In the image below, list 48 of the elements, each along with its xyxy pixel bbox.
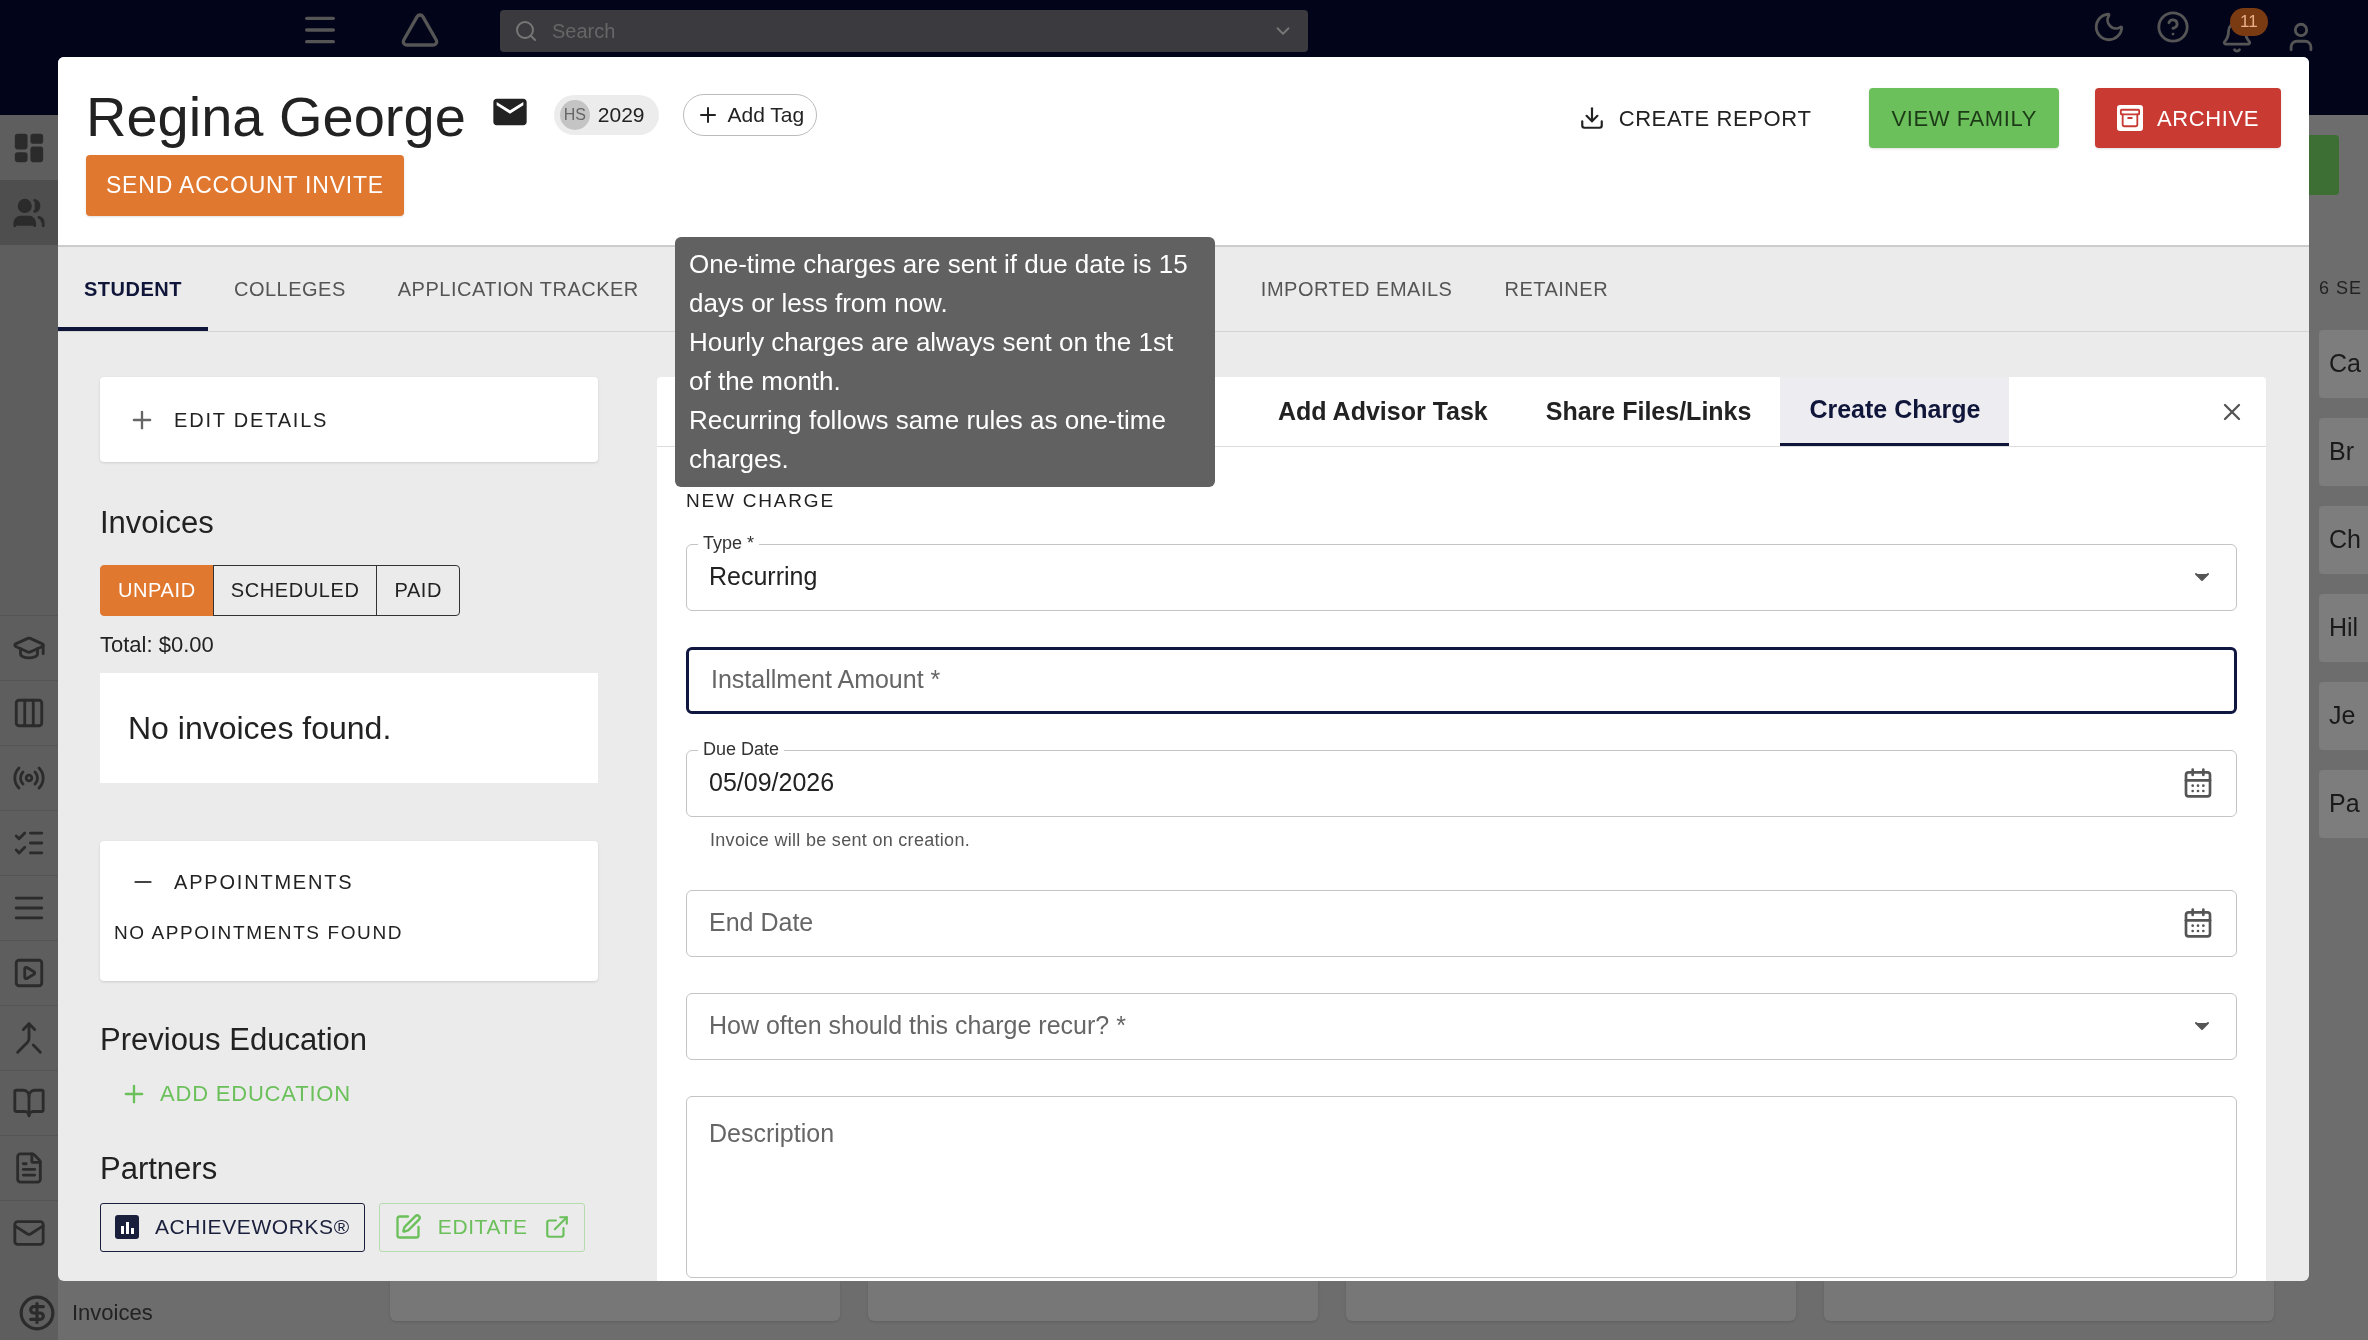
list-card[interactable]: Pa <box>2319 770 2368 838</box>
appointments-title: APPOINTMENTS <box>174 869 354 895</box>
section-label: NEW CHARGE <box>686 489 836 513</box>
chip-avatar: HS <box>559 100 590 130</box>
tooltip-text: One-time charges are sent if due date is 15 days or less from now. <box>689 248 1189 320</box>
tab[interactable]: COLLEGES <box>207 247 372 331</box>
section-title: Invoices <box>100 504 215 542</box>
input-field[interactable]: Installment Amount * <box>686 646 2237 714</box>
tab[interactable]: IMPORTED EMAILS <box>1234 247 1479 331</box>
section-title: Partners <box>100 1150 219 1188</box>
chip-label: 2029 <box>597 102 645 129</box>
edit-details-button[interactable]: EDIT DETAILS <box>100 377 598 462</box>
section-heading: 6 SE <box>2318 277 2364 300</box>
list-card[interactable]: Ch <box>2319 506 2368 574</box>
field-placeholder: Description <box>709 1114 2214 1152</box>
description-field[interactable]: Description <box>686 1095 2237 1278</box>
student-name: Regina George <box>86 85 466 149</box>
field-placeholder: End Date <box>709 904 2182 942</box>
select-field[interactable]: How often should this charge recur? * <box>686 992 2237 1060</box>
tab[interactable]: RETAINER <box>1478 247 1635 331</box>
empty-message: NO APPOINTMENTS FOUND <box>114 920 405 945</box>
field-value: Recurring <box>709 561 819 593</box>
archive-button[interactable]: ARCHIVE <box>2095 88 2281 148</box>
list-card[interactable]: Hil <box>2319 594 2368 662</box>
list-card[interactable]: Ca <box>2319 330 2368 398</box>
tooltip-text: Recurring follows same rules as one-time charges. <box>689 404 1167 476</box>
list-card[interactable]: Je <box>2319 682 2368 750</box>
date-field[interactable]: End Date <box>686 889 2237 957</box>
section-title: Previous Education <box>100 1020 369 1059</box>
tab[interactable]: APPLICATION TRACKER <box>371 247 665 331</box>
field-placeholder: Installment Amount * <box>711 661 2212 699</box>
invoice-total: Total: $0.00 <box>100 630 215 659</box>
panel-tab[interactable]: Add Advisor Task <box>1249 377 1517 446</box>
list-card[interactable]: Br <box>2319 418 2368 486</box>
notification-badge: 11 <box>2230 8 2268 36</box>
panel-tab[interactable]: Share Files/Links <box>1516 377 1781 446</box>
create-report-button[interactable]: CREATE REPORT <box>1556 88 1834 148</box>
empty-message: No invoices found. <box>128 708 392 748</box>
view-family-button[interactable]: VIEW FAMILY <box>1869 88 2059 148</box>
filter-toggle[interactable]: PAID <box>376 564 461 616</box>
tooltip-text: Hourly charges are always sent on the 1st of the month. <box>689 326 1175 398</box>
filter-toggle[interactable]: SCHEDULED <box>212 564 378 616</box>
tab[interactable]: STUDENT <box>58 247 208 331</box>
field-placeholder: How often should this charge recur? * <box>709 1007 2190 1045</box>
partner-link[interactable]: ACHIEVEWORKS® <box>100 1202 365 1252</box>
field-value: 05/09/2026 <box>709 767 836 799</box>
panel-tab[interactable]: Create Charge <box>1780 377 2010 446</box>
helper-text: Invoice will be sent on creation. <box>709 828 972 852</box>
